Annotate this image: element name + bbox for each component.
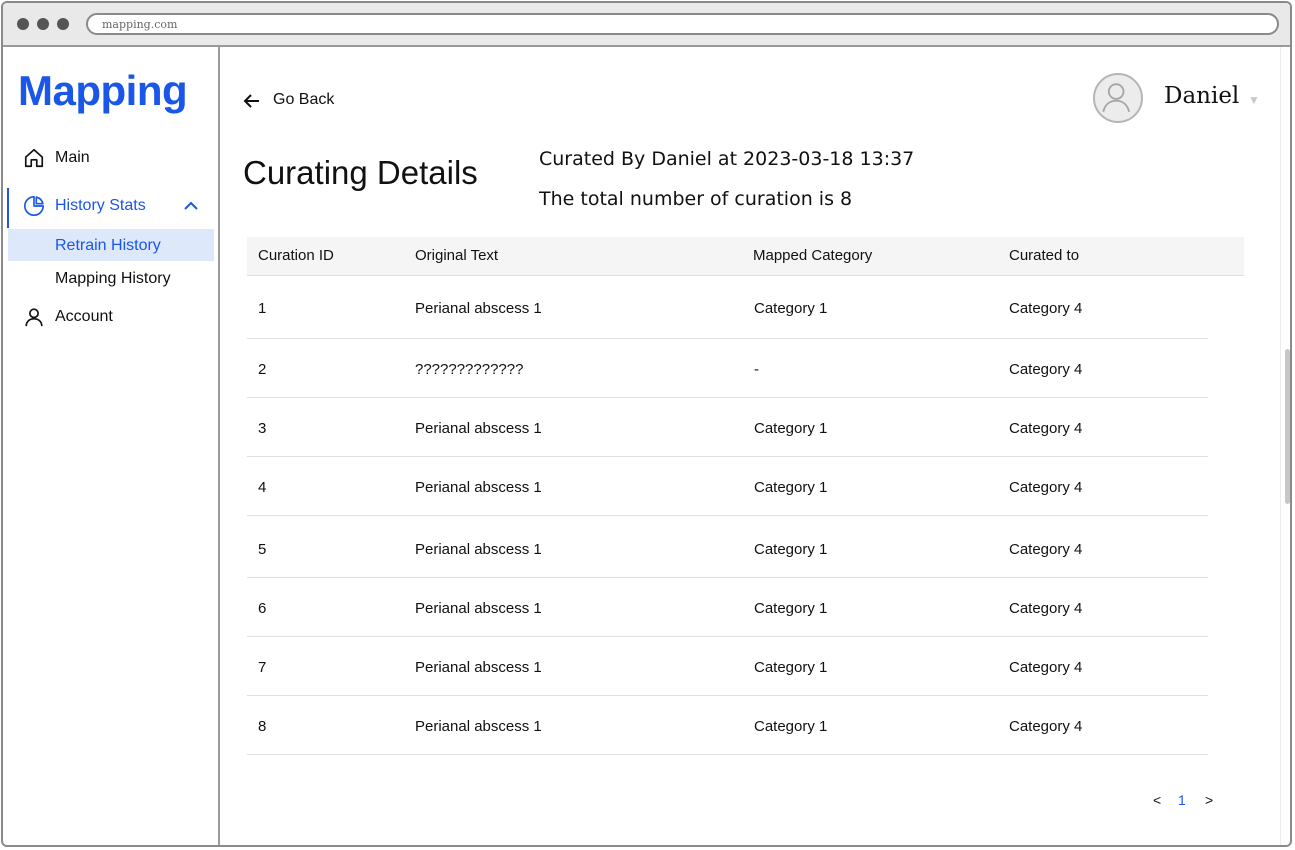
- table-cell: Category 1: [754, 659, 828, 676]
- table-cell: 4: [258, 479, 267, 496]
- table-cell: Perianal abscess 1: [415, 659, 542, 676]
- table-cell: 8: [258, 718, 267, 735]
- table-cell: Category 4: [1009, 361, 1083, 378]
- table-cell: 7: [258, 659, 267, 676]
- home-icon: [24, 148, 44, 168]
- sidebar-item-label: History Stats: [55, 197, 146, 214]
- table-cell: Category 1: [754, 600, 828, 617]
- table-cell: Perianal abscess 1: [415, 420, 542, 437]
- table-cell: Category 4: [1009, 718, 1083, 735]
- sidebar-item-account[interactable]: Account: [3, 299, 216, 335]
- chevron-up-icon[interactable]: [183, 200, 199, 212]
- sidebar-item-label: Account: [55, 308, 113, 325]
- table-cell: Category 1: [754, 479, 828, 496]
- table-row[interactable]: 8 Perianal abscess 1 Category 1 Category…: [247, 696, 1208, 755]
- curation-total-text: The total number of curation is 8: [539, 188, 853, 210]
- user-name: Daniel: [1164, 83, 1240, 109]
- go-back-label: Go Back: [273, 91, 335, 108]
- table-row[interactable]: 1 Perianal abscess 1 Category 1 Category…: [247, 276, 1208, 339]
- table-cell: Perianal abscess 1: [415, 600, 542, 617]
- table-cell: Category 1: [754, 300, 828, 317]
- table-cell: Perianal abscess 1: [415, 541, 542, 558]
- active-indicator: [7, 188, 9, 228]
- browser-window: mapping.com Mapping Main History Stats R…: [1, 1, 1292, 847]
- sidebar-item-history-stats[interactable]: History Stats: [3, 188, 216, 228]
- url-text: mapping.com: [102, 18, 178, 31]
- table-cell: 5: [258, 541, 267, 558]
- scrollbar[interactable]: [1280, 47, 1290, 845]
- main-content: Go Back Daniel ▼ Curating Details Curate…: [220, 47, 1280, 845]
- caret-down-icon[interactable]: ▼: [1248, 93, 1260, 107]
- user-avatar-icon: [1102, 83, 1130, 113]
- next-page-button[interactable]: >: [1205, 792, 1213, 808]
- table-row[interactable]: 4 Perianal abscess 1 Category 1 Category…: [247, 457, 1208, 516]
- table-row[interactable]: 5 Perianal abscess 1 Category 1 Category…: [247, 516, 1208, 578]
- curated-by-text: Curated By Daniel at 2023-03-18 13:37: [539, 148, 915, 170]
- sidebar-subitem-mapping-history[interactable]: Mapping History: [8, 262, 214, 294]
- table-cell: Perianal abscess 1: [415, 718, 542, 735]
- app-logo[interactable]: Mapping: [18, 67, 188, 115]
- column-header[interactable]: Curation ID: [258, 247, 334, 264]
- sidebar-subitem-label: Retrain History: [55, 237, 161, 254]
- table-cell: 2: [258, 361, 267, 378]
- column-header[interactable]: Curated to: [1009, 247, 1079, 264]
- table-cell: Category 4: [1009, 479, 1083, 496]
- table-cell: Category 1: [754, 718, 828, 735]
- table-row[interactable]: 6 Perianal abscess 1 Category 1 Category…: [247, 578, 1208, 637]
- table-cell: Category 4: [1009, 600, 1083, 617]
- address-bar[interactable]: mapping.com: [86, 13, 1279, 35]
- table-cell: Category 1: [754, 541, 828, 558]
- curation-table: Curation ID Original Text Mapped Categor…: [247, 237, 1244, 755]
- table-cell: Perianal abscess 1: [415, 300, 542, 317]
- table-cell: 1: [258, 300, 267, 317]
- page-title: Curating Details: [243, 154, 478, 191]
- user-icon: [25, 308, 43, 327]
- table-cell: 6: [258, 600, 267, 617]
- table-cell: Category 4: [1009, 300, 1083, 317]
- table-cell: -: [754, 361, 759, 378]
- table-cell: Perianal abscess 1: [415, 479, 542, 496]
- browser-chrome: mapping.com: [3, 3, 1290, 47]
- column-header[interactable]: Mapped Category: [753, 247, 872, 264]
- table-cell: Category 4: [1009, 659, 1083, 676]
- table-header: Curation ID Original Text Mapped Categor…: [247, 237, 1244, 276]
- table-cell: 3: [258, 420, 267, 437]
- table-row[interactable]: 3 Perianal abscess 1 Category 1 Category…: [247, 398, 1208, 457]
- table-cell: Category 1: [754, 420, 828, 437]
- sidebar-subitem-label: Mapping History: [55, 270, 171, 287]
- avatar[interactable]: [1093, 73, 1143, 123]
- sidebar-subitem-retrain-history[interactable]: Retrain History: [8, 229, 214, 261]
- table-cell: Category 4: [1009, 541, 1083, 558]
- column-header[interactable]: Original Text: [415, 247, 498, 264]
- table-row[interactable]: 7 Perianal abscess 1 Category 1 Category…: [247, 637, 1208, 696]
- sidebar: Mapping Main History Stats Retrain Histo…: [3, 47, 220, 845]
- pie-chart-icon: [24, 196, 44, 216]
- scrollbar-thumb[interactable]: [1285, 349, 1290, 504]
- table-cell: Category 4: [1009, 420, 1083, 437]
- sidebar-item-label: Main: [55, 149, 90, 166]
- page-number-button[interactable]: 1: [1178, 792, 1186, 808]
- sidebar-item-main[interactable]: Main: [3, 140, 216, 176]
- table-row[interactable]: 2 ????????????? - Category 4: [247, 339, 1208, 398]
- window-dot-icon[interactable]: [57, 18, 69, 30]
- table-cell: ?????????????: [415, 361, 524, 378]
- window-dot-icon[interactable]: [17, 18, 29, 30]
- window-dot-icon[interactable]: [37, 18, 49, 30]
- arrow-left-icon: [243, 94, 259, 108]
- prev-page-button[interactable]: <: [1153, 792, 1161, 808]
